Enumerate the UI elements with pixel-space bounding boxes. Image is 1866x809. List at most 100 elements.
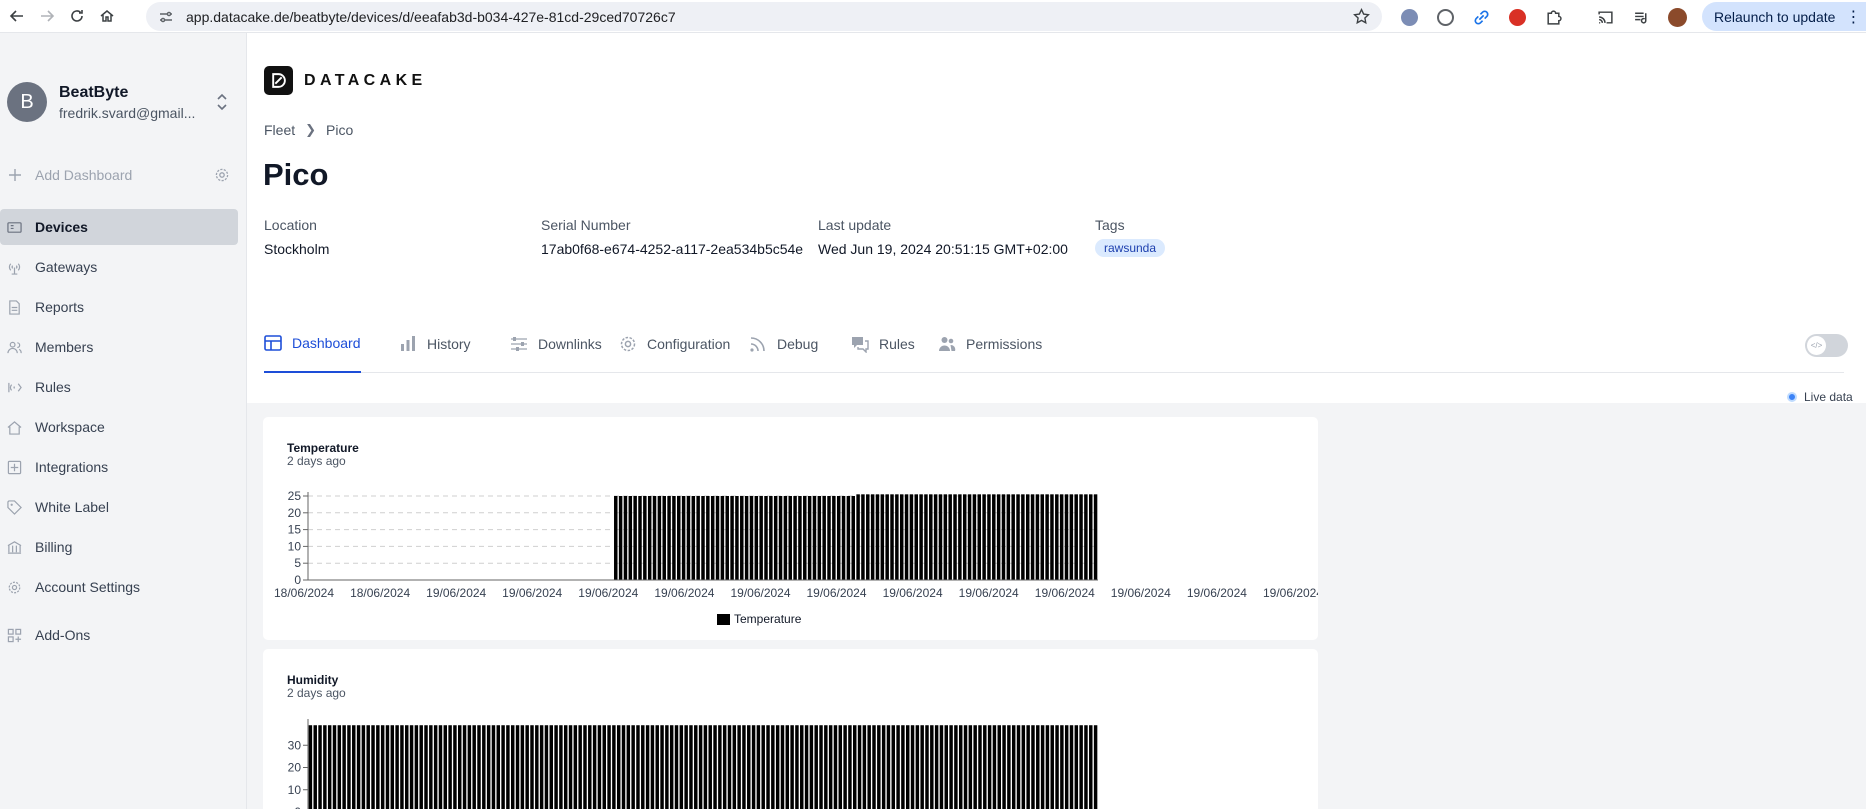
x-tick-label: 19/06/2024	[1263, 586, 1318, 600]
sidebar-item-label: Devices	[35, 219, 88, 235]
site-settings-icon[interactable]	[158, 9, 174, 25]
bookmark-star-icon[interactable]	[1353, 8, 1370, 25]
bar	[1089, 725, 1093, 809]
datacake-logo-icon	[264, 66, 293, 95]
sidebar-item-members[interactable]: Members	[0, 329, 238, 365]
home-icon[interactable]	[94, 3, 120, 29]
bar	[701, 496, 705, 580]
bar	[597, 725, 602, 809]
tag-badge[interactable]: rawsunda	[1095, 239, 1166, 257]
cast-icon[interactable]	[1592, 4, 1618, 30]
sidebar-item-label: Account Settings	[35, 579, 141, 595]
legend-label: Temperature	[734, 612, 802, 626]
breadcrumb-current[interactable]: Pico	[326, 122, 353, 138]
breadcrumb-fleet[interactable]: Fleet	[264, 122, 295, 138]
dashboard-settings-gear-icon[interactable]	[214, 167, 230, 183]
sidebar-item-white-label[interactable]: White Label	[0, 489, 238, 525]
bar	[467, 725, 472, 809]
tab-debug[interactable]: Debug	[749, 316, 818, 373]
bar	[1036, 725, 1040, 809]
bar	[775, 725, 780, 809]
sidebar-item-gateways[interactable]: Gateways	[0, 249, 238, 285]
bar	[795, 725, 799, 809]
tab-history[interactable]: History	[399, 316, 471, 373]
bar	[996, 494, 1001, 580]
sidebar-item-billing[interactable]: Billing	[0, 529, 238, 565]
extension-1-icon[interactable]	[1396, 4, 1422, 30]
x-tick-label: 19/06/2024	[883, 586, 943, 600]
tab-dashboard[interactable]: Dashboard	[264, 316, 361, 373]
bar	[496, 725, 501, 809]
sidebar-item-devices[interactable]: Devices	[0, 209, 238, 245]
sidebar-item-account-settings[interactable]: Account Settings	[0, 569, 238, 605]
bar	[657, 496, 662, 580]
bar	[934, 725, 939, 809]
bar	[732, 725, 737, 809]
link-extension-icon[interactable]	[1468, 4, 1494, 30]
bar	[677, 496, 681, 580]
bar	[691, 496, 696, 580]
bar	[491, 725, 496, 809]
bar	[1059, 494, 1064, 580]
extension-2-icon[interactable]	[1432, 4, 1458, 30]
bar	[530, 725, 534, 809]
bar-chart-icon	[399, 335, 417, 353]
edit-mode-toggle[interactable]: </>	[1805, 334, 1848, 357]
chevron-up-down-icon	[217, 93, 227, 111]
chart-legend[interactable]: Temperature	[717, 612, 801, 626]
tab-rules[interactable]: Rules	[851, 316, 915, 373]
sidebar-item-reports[interactable]: Reports	[0, 289, 238, 325]
table-icon	[264, 334, 282, 352]
plus-icon	[9, 169, 21, 181]
tab-permissions[interactable]: Permissions	[938, 316, 1042, 373]
y-tick-label: 20	[288, 506, 302, 520]
bar	[380, 725, 385, 809]
bar	[895, 494, 899, 580]
sidebar-item-label: Reports	[35, 299, 85, 315]
profile-avatar-icon[interactable]	[1664, 4, 1690, 30]
address-bar[interactable]: app.datacake.de/beatbyte/devices/d/eeafa…	[146, 2, 1382, 31]
bar	[978, 725, 982, 809]
live-data-label: Live data	[1804, 390, 1853, 404]
sidebar-item-rules[interactable]: Rules	[0, 369, 238, 405]
media-controls-icon[interactable]	[1628, 4, 1654, 30]
bar	[1069, 494, 1074, 580]
bar	[967, 494, 972, 580]
bar	[1079, 725, 1083, 809]
relaunch-button[interactable]: Relaunch to update ⋮	[1702, 2, 1866, 31]
bar	[773, 496, 778, 580]
bar	[1074, 725, 1079, 809]
bar	[618, 496, 623, 580]
bar	[616, 725, 621, 809]
bar	[1021, 494, 1025, 580]
bar	[1026, 725, 1030, 809]
bar	[323, 725, 327, 809]
sidebar-item-integrations[interactable]: Integrations	[0, 449, 238, 485]
back-icon[interactable]	[4, 3, 30, 29]
datacake-logo[interactable]: DATACAKE	[264, 66, 427, 95]
sidebar-item-label: Gateways	[35, 259, 98, 275]
puzzle-extensions-icon[interactable]	[1540, 4, 1566, 30]
stop-extension-icon[interactable]	[1504, 4, 1530, 30]
reload-icon[interactable]	[64, 3, 90, 29]
kebab-menu-icon[interactable]: ⋮	[1845, 7, 1861, 27]
tab-downlinks[interactable]: Downlinks	[510, 316, 602, 373]
bar	[660, 725, 664, 809]
x-tick-label: 19/06/2024	[730, 586, 790, 600]
account-switcher[interactable]: B BeatByte fredrik.svard@gmail...	[7, 78, 237, 126]
bar	[636, 725, 640, 809]
bar	[318, 725, 322, 809]
forward-icon[interactable]	[34, 3, 60, 29]
page-title: Pico	[263, 157, 329, 192]
bar	[453, 725, 457, 809]
bar	[643, 496, 647, 580]
bar	[833, 725, 838, 809]
bar	[929, 494, 933, 580]
users-icon	[938, 335, 956, 353]
sidebar-item-workspace[interactable]: Workspace	[0, 409, 238, 445]
add-dashboard-button[interactable]: Add Dashboard	[8, 163, 230, 187]
y-tick-label: 0	[294, 573, 301, 587]
sidebar-item-label: Members	[35, 339, 94, 355]
tab-configuration[interactable]: Configuration	[619, 316, 730, 373]
sidebar-item-add-ons[interactable]: Add-Ons	[0, 617, 238, 653]
